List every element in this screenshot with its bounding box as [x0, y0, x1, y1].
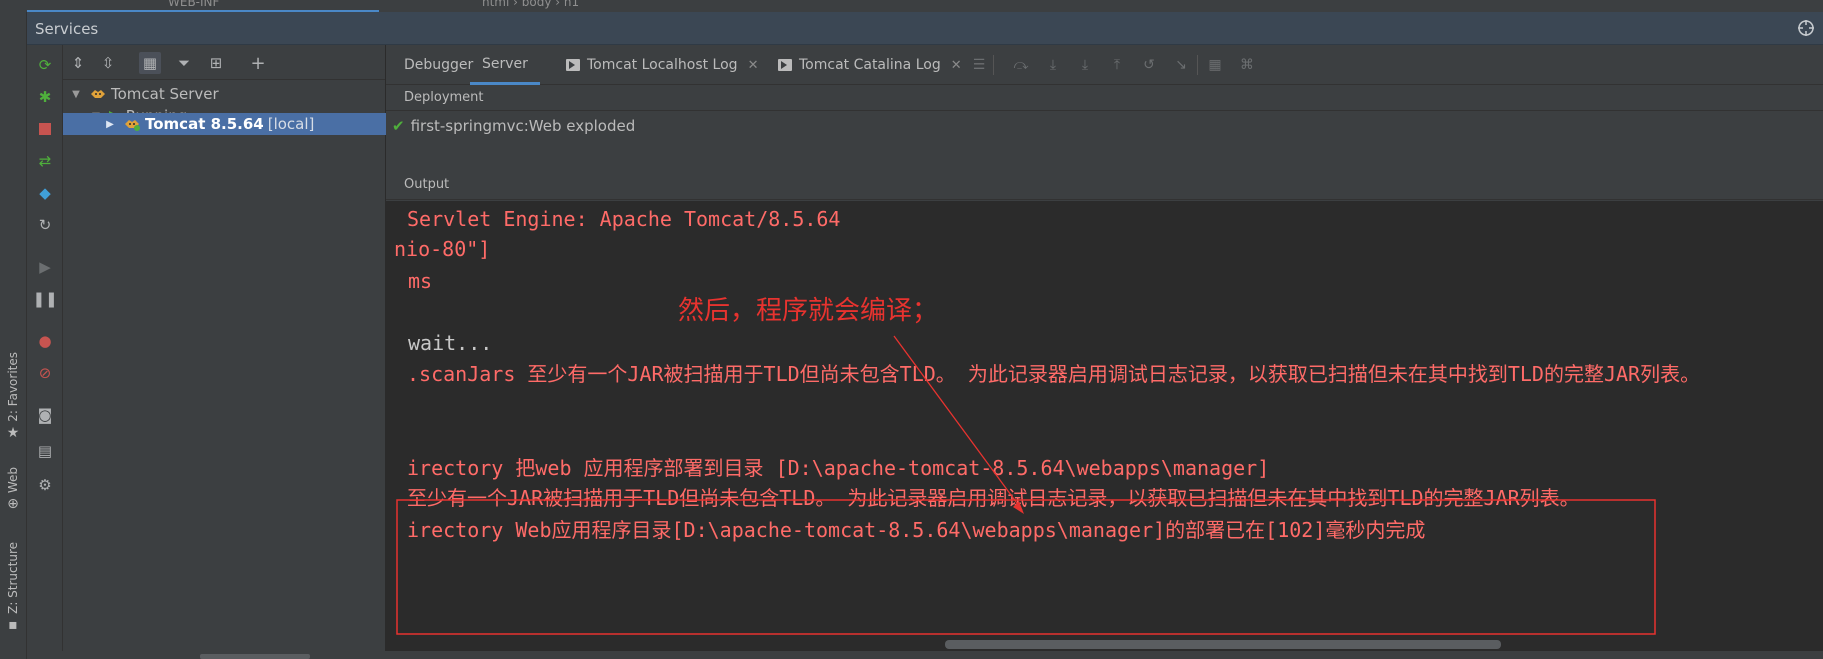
tab-label: Tomcat Localhost Log [587, 57, 738, 73]
step-out-icon[interactable]: ⤒ [1108, 56, 1126, 74]
camera-icon[interactable]: ◙ [35, 405, 55, 425]
output-console[interactable]: Servlet Engine: Apache Tomcat/8.5.64 nio… [386, 201, 1823, 659]
expanded-arrow-icon[interactable]: ▼ [69, 89, 83, 100]
globe-icon: ⊕ [7, 496, 19, 513]
tab-label: Tomcat Catalina Log [799, 57, 941, 73]
tomcat-icon [125, 120, 140, 131]
tab-label: Server [482, 55, 528, 72]
favorites-tab[interactable]: 2: Favorites ★ [2, 352, 24, 440]
tree-node-tomcat-server[interactable]: ▼ Tomcat Server [63, 82, 386, 106]
refresh-icon[interactable]: ↻ [35, 215, 55, 235]
favorites-tab-label: 2: Favorites [6, 352, 20, 422]
project-tree-fragment: WEB-INF [168, 0, 220, 9]
deployment-header-label: Deployment [404, 90, 484, 105]
debug-icon[interactable]: ✱ [35, 87, 55, 107]
filter-icon[interactable]: ⏷ [173, 52, 195, 74]
tool-window-stripe: 2: Favorites ★ Web ⊕ Z: Structure ▪ [0, 12, 27, 659]
close-icon[interactable]: ✕ [951, 58, 962, 73]
layout-icon[interactable]: ▤ [35, 441, 55, 461]
bottom-scroll-thumb[interactable] [200, 654, 310, 659]
resume-icon[interactable]: ▶ [35, 257, 55, 277]
pause-icon[interactable]: ❚❚ [32, 289, 57, 309]
tree-node-tag: [local] [267, 115, 315, 133]
run-to-cursor-icon[interactable]: ↘ [1172, 56, 1190, 74]
evaluate-icon[interactable]: ▦ [1206, 56, 1224, 74]
web-tab[interactable]: Web ⊕ [2, 467, 24, 511]
log-line: wait... [408, 331, 493, 355]
rerun-icon[interactable]: ⟳ [35, 55, 55, 75]
structure-tab-label: Z: Structure [6, 542, 20, 614]
step-over-icon[interactable]: ⤓ [1044, 56, 1062, 74]
services-tree-panel: ⇕ ⇳ ▦ ⏷ ⊞ + ▼ Tomcat Server ▼ ▶ Running … [63, 45, 386, 659]
tab-debugger[interactable]: Debugger [404, 45, 473, 85]
step-into-icon[interactable]: ⤓ [1076, 56, 1094, 74]
output-header: Output [386, 170, 1823, 200]
tree-node-tomcat-instance[interactable]: ▶ Tomcat 8.5.64 [local] [63, 113, 386, 135]
stop-icon[interactable] [35, 119, 55, 139]
deployment-item[interactable]: ✔ first-springmvc:Web exploded [392, 117, 635, 135]
new-group-icon[interactable]: ⊞ [205, 52, 227, 74]
trace-icon[interactable]: ⌘ [1238, 56, 1256, 74]
log-line: nio-80"] [394, 237, 491, 261]
collapse-all-icon[interactable]: ⇳ [97, 52, 119, 74]
tab-tomcat-localhost-log[interactable]: Tomcat Localhost Log ✕ [566, 45, 758, 85]
tree-node-label: Tomcat 8.5.64 [145, 115, 264, 133]
annotation-text: 然后，程序就会编译； [678, 296, 939, 326]
tab-server[interactable]: Server [470, 45, 540, 85]
mute-breakpoints-icon[interactable]: ⊘ [35, 363, 55, 383]
menu-icon[interactable]: ☰ [970, 56, 988, 74]
horizontal-scrollbar[interactable] [945, 640, 1501, 649]
deployment-header: Deployment [386, 85, 1823, 111]
deployment-item-label: first-springmvc:Web exploded [410, 117, 636, 135]
group-by-icon[interactable]: ▦ [139, 52, 161, 74]
editor-breadcrumb[interactable]: html › body › h1 [482, 0, 579, 9]
structure-icon: ▪ [8, 616, 18, 633]
console-icon [778, 59, 792, 71]
web-tab-label: Web [6, 467, 20, 494]
tomcat-icon [91, 90, 105, 98]
breakpoints-icon[interactable]: ● [35, 331, 55, 351]
star-icon: ★ [6, 424, 20, 441]
log-line: 至少有一个JAR被扫描用于TLD但尚未包含TLD。 为此记录器启用调试日志记录，… [407, 486, 1580, 510]
log-line: .scanJars 至少有一个JAR被扫描用于TLD但尚未包含TLD。 为此记录… [407, 362, 1701, 386]
log-line: ms [408, 269, 433, 293]
output-header-label: Output [404, 177, 450, 192]
structure-tab[interactable]: Z: Structure ▪ [2, 542, 24, 632]
tab-label: Debugger [404, 57, 474, 73]
log-line: irectory 把web 应用程序部署到目录 [D:\apache-tomca… [407, 456, 1270, 480]
services-title: Services [35, 20, 99, 38]
log-line: Servlet Engine: Apache Tomcat/8.5.64 [407, 207, 841, 231]
tree-toolbar: ⇕ ⇳ ▦ ⏷ ⊞ + [63, 45, 385, 80]
detail-tab-bar: Debugger Server Tomcat Localhost Log ✕ T… [386, 45, 1823, 85]
toolbar-separator [993, 55, 994, 75]
toolbar-separator [1197, 55, 1198, 75]
check-icon: ✔ [392, 117, 405, 135]
console-icon [566, 59, 580, 71]
deploy-icon[interactable]: ◆ [35, 183, 55, 203]
settings-icon[interactable]: ⚙ [35, 475, 55, 495]
add-service-icon[interactable]: + [247, 52, 269, 74]
show-execution-point-icon[interactable]: ⤼ [1012, 56, 1030, 74]
close-icon[interactable]: ✕ [748, 58, 759, 73]
services-action-column: ⟳ ✱ ⇄ ◆ ↻ ▶ ❚❚ ● ⊘ ◙ ▤ ⚙ [27, 45, 63, 659]
tab-tomcat-catalina-log[interactable]: Tomcat Catalina Log ✕ [778, 45, 962, 85]
expand-all-icon[interactable]: ⇕ [67, 52, 89, 74]
drop-frame-icon[interactable]: ↺ [1140, 56, 1158, 74]
log-line: irectory Web应用程序目录[D:\apache-tomcat-8.5.… [407, 518, 1426, 542]
top-strip: WEB-INF html › body › h1 [0, 0, 1823, 12]
services-header: Services [27, 12, 1823, 45]
service-details-panel: Debugger Server Tomcat Localhost Log ✕ T… [386, 45, 1823, 659]
tree-node-label: Tomcat Server [111, 85, 219, 103]
collapsed-arrow-icon[interactable]: ▶ [103, 119, 117, 130]
crosshair-icon[interactable] [1797, 19, 1815, 37]
update-icon[interactable]: ⇄ [35, 151, 55, 171]
